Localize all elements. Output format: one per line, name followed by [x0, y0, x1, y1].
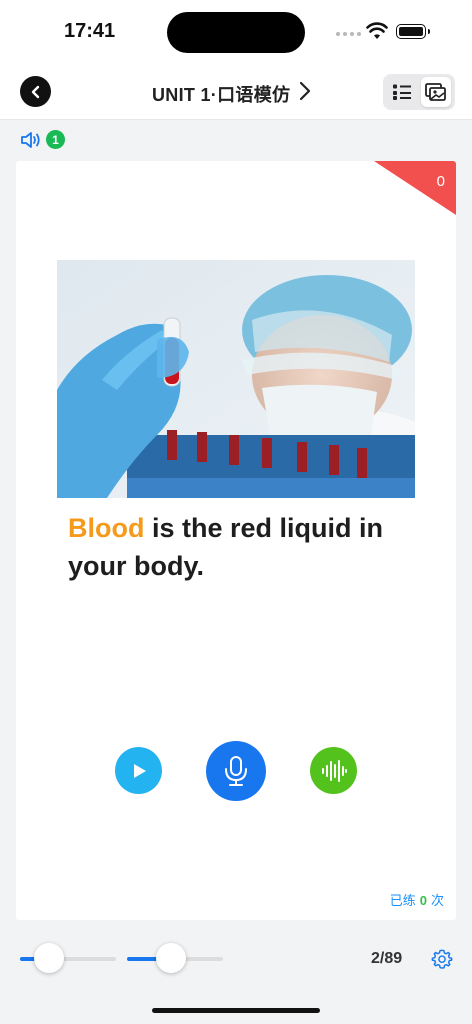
page-title[interactable]: UNIT 1·口语模仿: [152, 81, 290, 107]
practice-count-value: 0: [419, 893, 427, 908]
play-button[interactable]: [115, 747, 162, 794]
status-bar: 17:41: [0, 0, 472, 64]
chevron-right-icon[interactable]: [298, 81, 312, 106]
audio-indicator[interactable]: 1: [20, 130, 65, 149]
wifi-icon: [366, 22, 388, 45]
play-icon: [133, 763, 146, 778]
view-mode-toggle: [383, 74, 455, 110]
playback-recording-button[interactable]: [310, 747, 357, 794]
practice-prefix: 已练: [389, 893, 416, 908]
speaker-icon: [21, 131, 40, 148]
image-view-button[interactable]: [421, 77, 451, 107]
audio-count-badge: 1: [46, 130, 65, 149]
settings-button[interactable]: [431, 948, 453, 975]
waveform-icon: [321, 759, 347, 782]
corner-count: 0: [436, 173, 445, 190]
sentence-keyword[interactable]: Blood: [68, 513, 144, 543]
practice-suffix: 次: [430, 893, 444, 908]
practice-sentence: Blood is the red liquid in your body.: [68, 509, 428, 585]
battery-icon: [396, 24, 430, 39]
list-view-button[interactable]: [387, 77, 417, 107]
cellular-signal-icon: [336, 32, 361, 36]
image-gallery-icon: [425, 83, 446, 101]
home-indicator: [152, 1008, 320, 1013]
chevron-left-icon: [31, 85, 39, 98]
gear-icon: [431, 949, 453, 969]
practice-count: 已练 0 次: [390, 890, 444, 909]
record-button[interactable]: [206, 741, 266, 801]
flashcard: 0 Blood is the red liquid in your body. …: [16, 161, 456, 920]
status-time: 17:41: [64, 20, 116, 42]
nav-bar: UNIT 1·口语模仿: [0, 64, 472, 120]
volume-slider[interactable]: [127, 943, 223, 973]
speed-slider[interactable]: [20, 943, 116, 973]
back-button[interactable]: [20, 76, 51, 107]
page-counter: 2/89: [371, 950, 403, 967]
dynamic-island: [167, 12, 305, 53]
speed-slider-thumb[interactable]: [33, 943, 64, 973]
microphone-icon: [225, 756, 247, 786]
volume-slider-thumb[interactable]: [156, 943, 187, 973]
list-icon: [393, 84, 411, 100]
card-image: [57, 260, 415, 498]
